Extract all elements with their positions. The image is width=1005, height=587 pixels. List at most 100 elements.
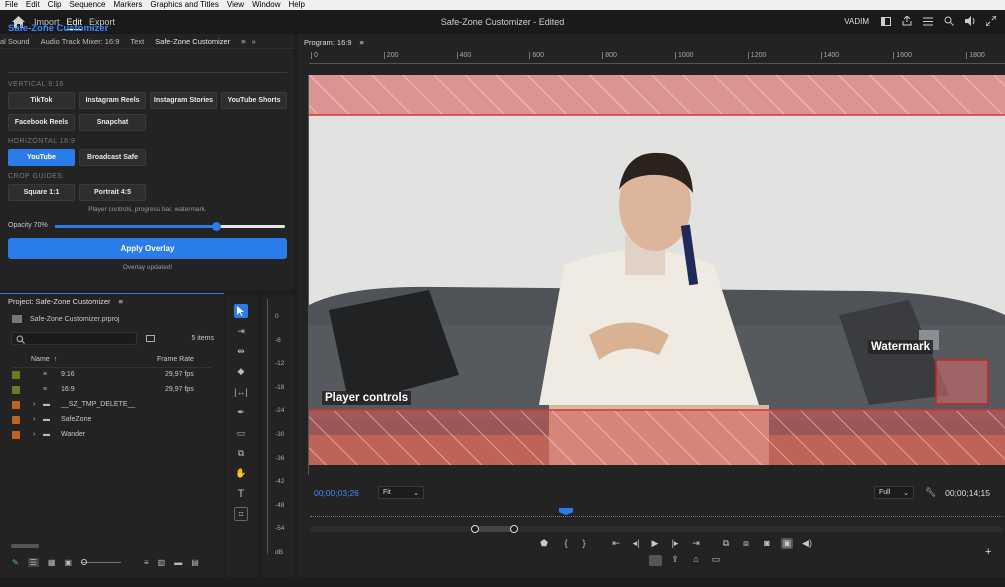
col-rate-header[interactable]: Frame Rate — [157, 356, 194, 363]
add-marker-icon[interactable]: ⬟ — [538, 538, 550, 549]
new-bin-icon[interactable] — [146, 335, 155, 342]
pen-tool-icon[interactable]: ✒ — [234, 405, 248, 419]
expand-chevron-icon[interactable]: › — [33, 431, 43, 438]
mark-in-icon[interactable]: { — [560, 538, 572, 548]
project-row[interactable]: ≡ 9:16 29,97 fps — [12, 367, 212, 382]
tab-text[interactable]: Text — [130, 37, 144, 46]
label-color-swatch[interactable] — [12, 385, 20, 394]
instagram-stories-button[interactable]: Instagram Stories — [150, 92, 217, 109]
insert-icon[interactable]: ⧉ — [720, 538, 732, 549]
mark-out-icon[interactable]: } — [578, 538, 590, 548]
share-icon[interactable] — [901, 15, 913, 27]
menu-window[interactable]: Window — [252, 0, 280, 10]
tab-audio-mixer[interactable]: Audio Track Mixer: 16:9 — [41, 37, 120, 46]
list-view-icon[interactable]: ☰ — [27, 558, 39, 567]
expand-chevron-icon[interactable]: › — [33, 416, 43, 423]
facebook-reels-button[interactable]: Facebook Reels — [8, 114, 75, 131]
zoom-scrollbar[interactable] — [310, 525, 1002, 533]
project-menu-icon[interactable]: ≡ — [119, 297, 123, 306]
icon-view-icon[interactable]: ▦ — [48, 558, 56, 567]
comparison-view-icon[interactable]: ▣ — [781, 538, 793, 549]
new-item-icon[interactable]: ▤ — [191, 558, 199, 567]
horizontal-scrollbar[interactable] — [11, 544, 39, 548]
program-tab[interactable]: Program: 16:9 ≡ — [304, 38, 364, 47]
fullscreen-icon[interactable] — [985, 15, 997, 27]
square-button[interactable]: Square 1:1 — [8, 184, 75, 201]
youtube-shorts-button[interactable]: YouTube Shorts — [221, 92, 287, 109]
step-forward-icon[interactable]: |▸ — [669, 538, 681, 549]
menu-view[interactable]: View — [227, 0, 244, 10]
label-color-swatch[interactable] — [12, 370, 20, 379]
go-to-in-icon[interactable]: ⇤ — [610, 538, 622, 549]
tabs-overflow-icon[interactable]: » — [252, 37, 256, 46]
fit-dropdown[interactable]: Fit ⌄ — [378, 486, 424, 499]
expand-chevron-icon[interactable]: › — [33, 401, 43, 408]
instagram-reels-button[interactable]: Instagram Reels — [79, 92, 146, 109]
broadcast-safe-button[interactable]: Broadcast Safe — [79, 149, 146, 166]
tiktok-button[interactable]: TikTok — [8, 92, 75, 109]
volume-icon[interactable] — [964, 15, 976, 27]
export-frame-icon[interactable]: ◙ — [761, 538, 773, 548]
step-back-icon[interactable]: ◂| — [630, 538, 642, 549]
slip-tool-icon[interactable]: |↔| — [234, 385, 248, 399]
current-timecode[interactable]: 00;00;03;26 — [314, 488, 359, 498]
lift-icon[interactable]: ⇪ — [669, 554, 681, 565]
zoom-slider[interactable] — [81, 559, 121, 565]
project-tab[interactable]: Project: Safe-Zone Customizer ≡ — [8, 297, 123, 306]
zoom-scrollbar-handle[interactable] — [473, 526, 515, 532]
project-row[interactable]: › ▬ __SZ_TMP_DELETE__ — [12, 397, 212, 412]
tab-safe-zone[interactable]: Safe-Zone Customizer — [155, 37, 230, 46]
overwrite-icon[interactable]: ⧈ — [740, 538, 752, 549]
add-button-icon[interactable]: + — [985, 546, 991, 558]
project-row[interactable]: ≡ 16:9 29,97 fps — [12, 382, 212, 397]
label-color-swatch[interactable] — [12, 415, 20, 424]
transcript-tool-icon[interactable]: ⌗ — [234, 507, 248, 521]
safe-margins-icon[interactable]: ▭ — [710, 554, 722, 565]
menu-edit[interactable]: Edit — [26, 0, 40, 10]
youtube-button[interactable]: YouTube — [8, 149, 75, 166]
workspaces-icon[interactable] — [922, 15, 934, 27]
extract-icon[interactable]: ⌂ — [690, 554, 702, 564]
zoom-handle-left[interactable] — [471, 525, 479, 533]
portrait-button[interactable]: Portrait 4:5 — [79, 184, 146, 201]
zoom-handle-right[interactable] — [510, 525, 518, 533]
freeform-view-icon[interactable]: ▣ — [64, 558, 72, 567]
menu-sequence[interactable]: Sequence — [69, 0, 105, 10]
tab-menu-icon[interactable]: ≡ — [241, 37, 245, 46]
project-search-input[interactable] — [11, 332, 137, 345]
label-color-swatch[interactable] — [12, 400, 20, 409]
menu-graphics[interactable]: Graphics and Titles — [150, 0, 218, 10]
user-name[interactable]: VADIM — [844, 17, 869, 26]
hand-tool-icon[interactable]: ✋ — [234, 466, 248, 480]
opacity-slider[interactable] — [55, 222, 285, 231]
selection-tool-icon[interactable] — [234, 304, 248, 318]
opacity-slider-thumb[interactable] — [212, 222, 221, 231]
time-ruler[interactable] — [310, 508, 1002, 517]
project-row[interactable]: › ▬ SafeZone — [12, 412, 212, 427]
track-select-tool-icon[interactable]: ⇥ — [234, 324, 248, 338]
playhead[interactable] — [559, 508, 574, 515]
menu-help[interactable]: Help — [289, 0, 305, 10]
type-tool-icon[interactable]: T — [234, 487, 248, 501]
frame-tool-icon[interactable]: ⧉ — [234, 446, 248, 460]
automate-icon[interactable]: ▥ — [158, 558, 166, 567]
menu-clip[interactable]: Clip — [48, 0, 62, 10]
multicam-icon[interactable] — [649, 555, 662, 566]
snapchat-button[interactable]: Snapchat — [79, 114, 146, 131]
wrench-icon[interactable]: 🔧︎ — [925, 487, 936, 498]
col-name-header[interactable]: Name ↑ — [31, 356, 57, 363]
apply-overlay-button[interactable]: Apply Overlay — [8, 238, 287, 259]
project-row[interactable]: › ▬ Wander — [12, 427, 212, 442]
panel-toggle-icon[interactable] — [880, 15, 892, 27]
play-icon[interactable]: ▶ — [649, 538, 661, 549]
menu-file[interactable]: File — [5, 0, 18, 10]
program-menu-icon[interactable]: ≡ — [360, 38, 364, 47]
speaker-icon[interactable]: ◀) — [801, 538, 813, 549]
search-icon[interactable] — [943, 15, 955, 27]
new-bin-footer-icon[interactable]: ▬ — [174, 558, 182, 567]
razor-tool-icon[interactable]: ◆ — [234, 364, 248, 378]
menu-markers[interactable]: Markers — [114, 0, 143, 10]
quality-dropdown[interactable]: Full ⌄ — [874, 486, 914, 499]
sort-icon[interactable]: ≡ — [144, 558, 149, 567]
rectangle-tool-icon[interactable]: ▭ — [234, 426, 248, 440]
